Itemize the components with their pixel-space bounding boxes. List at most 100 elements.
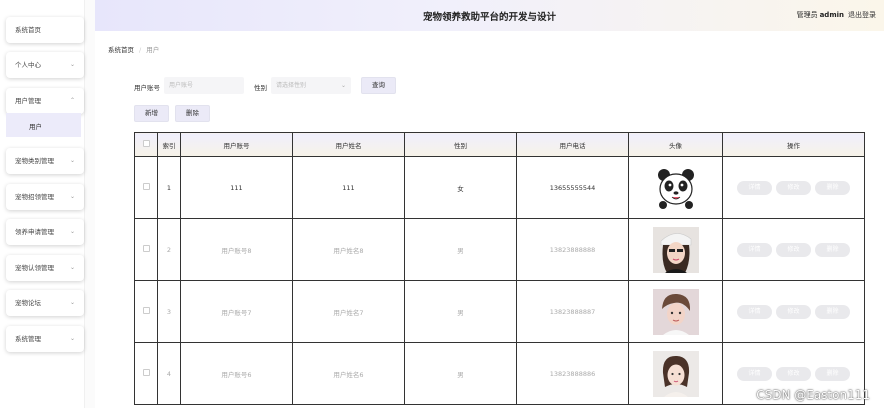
photo-avatar-woman-icon [652, 350, 699, 397]
row-checkbox[interactable] [142, 307, 150, 314]
row-checkbox[interactable] [142, 245, 150, 252]
sidebar-item-pet-forum[interactable]: 宠物论坛 ⌄ [6, 290, 84, 316]
column-header: 性别 [404, 132, 517, 157]
photo-avatar-man-icon [652, 288, 699, 335]
edit-button[interactable]: 修改 [776, 304, 811, 319]
gender-label: 性别 [254, 84, 267, 92]
account-label: 用户账号 [134, 84, 160, 92]
user-table: 索引 用户账号 用户姓名 性别 用户电话 头像 操作 1 111 111 女 1… [134, 132, 865, 405]
sidebar-item-label: 个人中心 [15, 61, 41, 69]
chevron-down-icon: ⌄ [69, 335, 75, 342]
row-delete-button[interactable]: 删除 [815, 180, 850, 195]
sidebar-item-user-management[interactable]: 用户管理 ⌃ [6, 88, 84, 114]
edit-button[interactable]: 修改 [776, 366, 811, 381]
index-cell: 2 [157, 218, 181, 281]
row-delete-button[interactable]: 删除 [815, 304, 850, 319]
name-cell: 用户姓名7 [292, 280, 405, 343]
gender-cell: 男 [404, 218, 517, 281]
gender-cell: 男 [404, 280, 517, 343]
logout-link[interactable]: 退出登录 [848, 11, 876, 19]
row-select-cell [134, 342, 158, 405]
panda-avatar-icon [653, 165, 699, 211]
photo-avatar-woman-cap-icon [652, 226, 699, 273]
sidebar-item-system[interactable]: 系统管理 ⌄ [6, 326, 84, 352]
column-header: 操作 [722, 132, 865, 157]
column-header: 用户姓名 [292, 132, 405, 157]
chevron-down-icon: ⌄ [69, 157, 75, 164]
sidebar-item-label: 宠物招领管理 [15, 193, 54, 201]
avatar-cell [628, 218, 723, 281]
phone-cell: 13823888886 [516, 342, 629, 405]
sidebar-item-label: 宠物论坛 [15, 299, 41, 307]
column-header: 头像 [628, 132, 723, 157]
actions-cell: 详情 修改 删除 [722, 280, 865, 343]
gender-cell: 女 [404, 156, 517, 219]
select-all-checkbox[interactable] [142, 140, 150, 147]
gender-select-placeholder: 请选择性别 [276, 82, 307, 89]
watermark: CSDN @Easton111 [756, 388, 870, 402]
sidebar-subitem-label: 用户 [29, 123, 42, 131]
sidebar-item-pet-category[interactable]: 宠物类别管理 ⌄ [6, 148, 84, 174]
add-button[interactable]: 新增 [134, 105, 169, 122]
table-row: 1 111 111 女 13655555544 详情 修改 删除 [134, 156, 865, 219]
sidebar-item-label: 系统管理 [15, 335, 41, 343]
row-delete-button[interactable]: 删除 [815, 242, 850, 257]
breadcrumb: 系统首页 / 用户 [108, 44, 159, 54]
row-select-cell [134, 218, 158, 281]
query-button[interactable]: 查询 [361, 77, 396, 94]
phone-cell: 13823888887 [516, 280, 629, 343]
table-row: 3 用户账号7 用户姓名7 男 13823888887 详情 修改 删除 [134, 280, 865, 343]
table-row: 4 用户账号6 用户姓名6 男 13823888886 详情 修改 删除 [134, 342, 865, 405]
name-cell: 用户姓名6 [292, 342, 405, 405]
detail-button[interactable]: 详情 [737, 304, 772, 319]
sidebar: 系统首页 个人中心 ⌄ 用户管理 ⌃ 用户 宠物类别管理 ⌄ 宠物招领管理 ⌄ … [0, 0, 95, 408]
delete-button[interactable]: 删除 [175, 105, 210, 122]
name-cell: 111 [292, 156, 405, 219]
account-cell: 用户账号8 [180, 218, 293, 281]
row-checkbox[interactable] [142, 183, 150, 190]
row-checkbox[interactable] [142, 369, 150, 376]
sidebar-item-label: 宠物类别管理 [15, 157, 54, 165]
sidebar-item-pet-claim[interactable]: 宠物认领管理 ⌄ [6, 255, 84, 281]
avatar-cell [628, 342, 723, 405]
sidebar-item-label: 领养申请管理 [15, 228, 54, 236]
sidebar-item-label: 系统首页 [15, 26, 41, 34]
detail-button[interactable]: 详情 [737, 366, 772, 381]
user-role: 管理员 [796, 11, 818, 19]
gender-select[interactable]: 请选择性别 ⌄ [271, 77, 351, 94]
breadcrumb-home[interactable]: 系统首页 [108, 46, 134, 54]
row-delete-button[interactable]: 删除 [815, 366, 850, 381]
index-cell: 3 [157, 280, 181, 343]
detail-button[interactable]: 详情 [737, 180, 772, 195]
sidebar-subitem-user[interactable]: 用户 [6, 113, 81, 137]
chevron-down-icon: ⌄ [69, 61, 75, 68]
chevron-up-icon: ⌃ [69, 97, 75, 104]
phone-cell: 13655555544 [516, 156, 629, 219]
top-header: 宠物领养救助平台的开发与设计 管理员 admin 退出登录 [95, 0, 884, 31]
account-search-input[interactable]: 用户账号 [164, 77, 244, 94]
chevron-down-icon: ⌄ [69, 193, 75, 200]
user-info: 管理员 admin 退出登录 [797, 10, 876, 20]
column-header: 索引 [157, 132, 181, 157]
account-cell: 111 [180, 156, 293, 219]
sidebar-item-adoption-apply[interactable]: 领养申请管理 ⌄ [6, 219, 84, 245]
avatar-cell [628, 156, 723, 219]
edit-button[interactable]: 修改 [776, 180, 811, 195]
select-all-cell [134, 132, 158, 157]
username: admin [819, 11, 844, 19]
app-title: 宠物领养救助平台的开发与设计 [422, 12, 556, 23]
sidebar-item-home[interactable]: 系统首页 [6, 17, 84, 43]
actions-cell: 详情 修改 删除 [722, 218, 865, 281]
breadcrumb-separator: / [139, 46, 142, 54]
row-select-cell [134, 280, 158, 343]
sidebar-item-label: 用户管理 [15, 97, 41, 105]
edit-button[interactable]: 修改 [776, 242, 811, 257]
sidebar-item-personal-center[interactable]: 个人中心 ⌄ [6, 52, 84, 78]
chevron-down-icon: ⌄ [69, 264, 75, 271]
name-cell: 用户姓名8 [292, 218, 405, 281]
account-cell: 用户账号6 [180, 342, 293, 405]
detail-button[interactable]: 详情 [737, 242, 772, 257]
chevron-down-icon: ⌄ [69, 299, 75, 306]
sidebar-item-pet-found[interactable]: 宠物招领管理 ⌄ [6, 184, 84, 210]
sidebar-rail [84, 0, 95, 408]
